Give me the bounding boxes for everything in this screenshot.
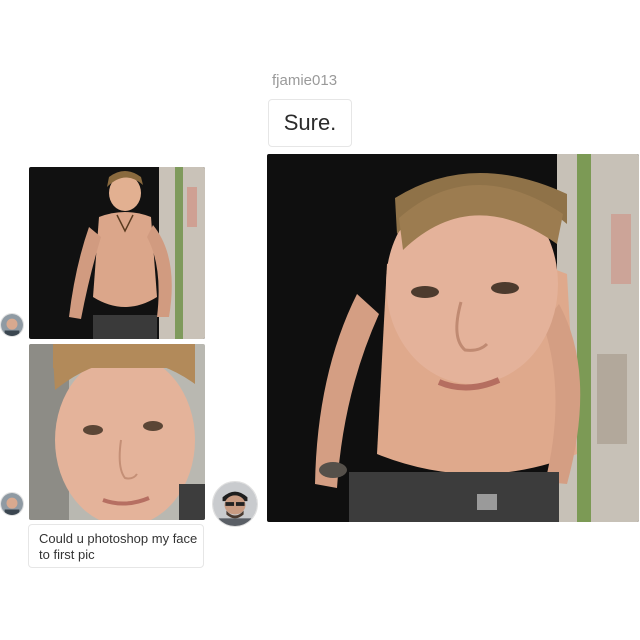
avatar-icon	[1, 493, 23, 515]
request-message-bubble: Could u photoshop my face to first pic	[28, 524, 204, 568]
sent-photo-first-pic[interactable]	[29, 167, 205, 339]
face-photo-image	[29, 344, 205, 520]
reply-username[interactable]: fjamie013	[272, 72, 337, 89]
sender-avatar[interactable]	[0, 313, 24, 337]
sender-avatar[interactable]	[0, 492, 24, 516]
avatar-icon	[213, 482, 257, 526]
edited-photo-image	[267, 154, 639, 522]
reply-message-text: Sure.	[283, 110, 337, 135]
sent-photo-face[interactable]	[29, 344, 205, 520]
model-photo-image	[29, 167, 205, 339]
reply-photo-edited[interactable]	[267, 154, 639, 522]
request-message-text: Could u photoshop my face to first pic	[39, 531, 198, 562]
replier-avatar[interactable]	[212, 481, 258, 527]
avatar-icon	[1, 314, 23, 336]
reply-message-bubble: Sure.	[268, 99, 352, 147]
